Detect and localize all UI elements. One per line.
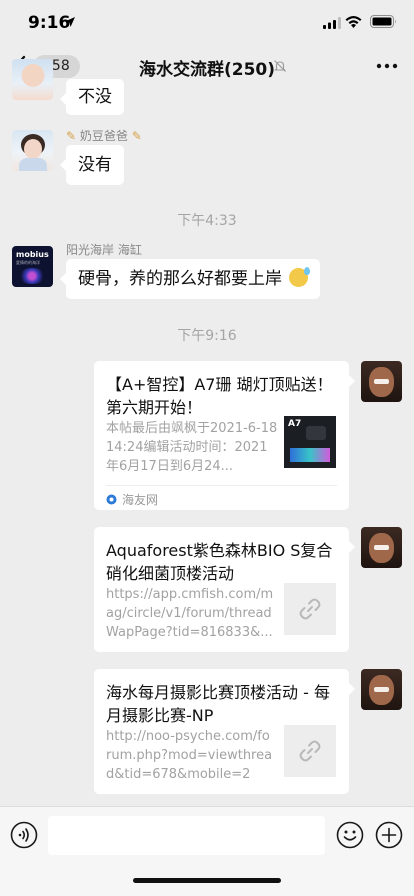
card-divider xyxy=(106,485,337,486)
link-icon xyxy=(299,740,321,762)
avatar[interactable] xyxy=(12,59,53,100)
avatar[interactable] xyxy=(361,669,402,710)
card-source: 海友网 xyxy=(106,491,158,508)
link-thumbnail xyxy=(284,725,336,777)
avatar[interactable] xyxy=(361,527,402,568)
avatar[interactable] xyxy=(12,130,53,171)
card-title: 海水每月摄影比赛顶楼活动 - 每月摄影比赛-NP xyxy=(106,683,330,725)
timestamp: 下午9:16 xyxy=(177,328,237,344)
emoji-icon[interactable] xyxy=(336,821,364,849)
wifi-icon xyxy=(345,16,362,28)
link-card[interactable]: 海水每月摄影比赛顶楼活动 - 每月摄影比赛-NP http://noo-psyc… xyxy=(94,669,355,794)
battery-icon xyxy=(370,15,396,28)
avatar-logo-text: mobius xyxy=(16,250,49,259)
message-text: 没有 xyxy=(78,155,112,175)
sender-name: 阳光海岸 海缸 xyxy=(66,243,142,257)
cellular-signal-icon xyxy=(323,17,341,29)
card-description: https://app.cmfish.com/mag/circle/v1/for… xyxy=(106,587,274,640)
plus-icon[interactable] xyxy=(375,821,403,849)
home-indicator[interactable] xyxy=(133,878,281,883)
source-logo-icon xyxy=(106,494,117,505)
chat-title: 海水交流群(250) xyxy=(138,60,276,80)
thumbnail-label: A7 xyxy=(288,419,302,429)
avatar[interactable]: mobius 愛情的的海洋 xyxy=(12,246,53,287)
card-description: http://noo-psyche.com/forum.php?mod=view… xyxy=(106,729,273,782)
voice-icon[interactable] xyxy=(10,821,38,849)
wand-icon: ✎ xyxy=(131,129,142,143)
avatar-logo-subtext: 愛情的的海洋 xyxy=(16,260,40,265)
emoji-sweat-icon xyxy=(289,267,311,287)
status-bar: 9:16 xyxy=(0,0,414,44)
link-icon xyxy=(299,598,321,620)
link-card[interactable]: Aquaforest紫色森林BIO S复合硝化细菌顶楼活动 https://ap… xyxy=(94,527,355,652)
sender-name: ✎ 奶豆爸爸 ✎ xyxy=(66,129,142,143)
message-bubble[interactable]: 硬骨，养的那么好都要上岸 xyxy=(59,259,321,299)
message-text: 不没 xyxy=(78,87,112,107)
message-input[interactable] xyxy=(48,816,325,855)
bell-slash-icon xyxy=(274,60,286,72)
card-title: 【A+智控】A7珊 瑚灯顶贴送！第六期开始！ xyxy=(106,375,333,417)
card-thumbnail: A7 xyxy=(284,416,336,468)
card-description: 本帖最后由飒枫于2021-6-1814:24编辑活动时间：2021年6月17日到… xyxy=(106,421,278,474)
wand-icon: ✎ xyxy=(66,129,77,143)
ellipsis-icon[interactable] xyxy=(376,58,398,74)
timestamp: 下午4:33 xyxy=(177,213,237,229)
location-arrow-icon xyxy=(65,17,75,27)
message-bubble[interactable]: 没有 xyxy=(60,145,124,185)
nav-bar: 758 海水交流群(250) xyxy=(0,44,414,88)
message-bubble[interactable]: 不没 xyxy=(60,79,124,115)
avatar[interactable] xyxy=(361,361,402,402)
card-title: Aquaforest紫色森林BIO S复合硝化细菌顶楼活动 xyxy=(106,541,333,583)
message-text: 硬骨，养的那么好都要上岸 xyxy=(78,269,282,289)
link-card[interactable]: 【A+智控】A7珊 瑚灯顶贴送！第六期开始！ 本帖最后由飒枫于2021-6-18… xyxy=(94,361,355,510)
link-thumbnail xyxy=(284,583,336,635)
